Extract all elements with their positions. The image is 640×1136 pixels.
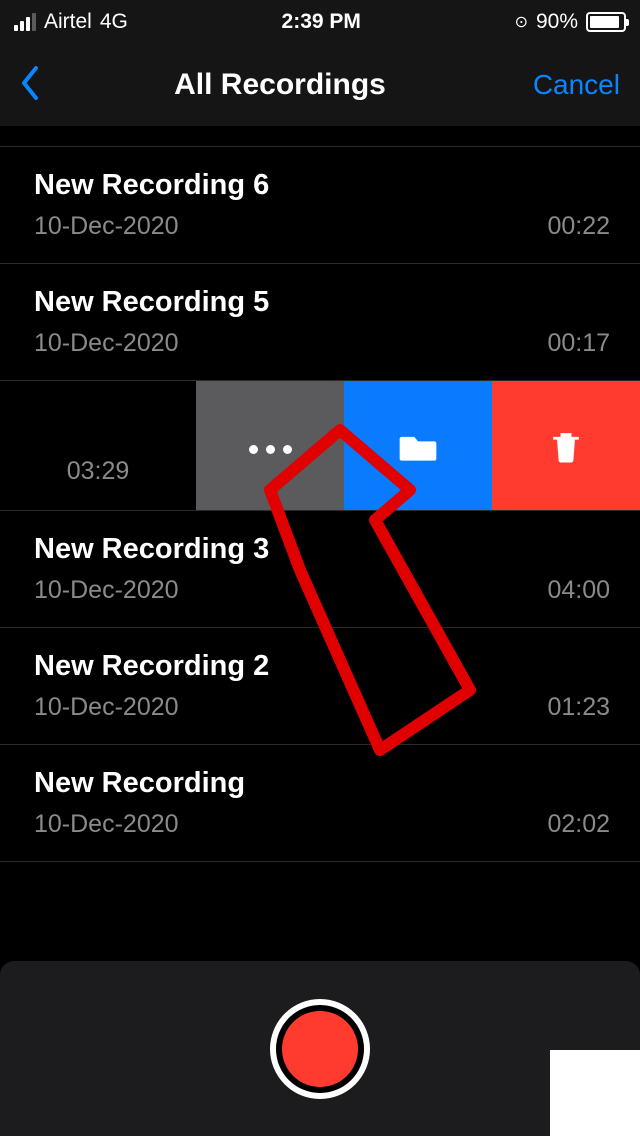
status-right: ⊙ 90% bbox=[515, 10, 626, 34]
status-bar: Airtel 4G 2:39 PM ⊙ 90% bbox=[0, 0, 640, 44]
nav-bar: All Recordings Cancel bbox=[0, 44, 640, 126]
recording-title: New Recording 2 bbox=[34, 650, 610, 683]
carrier-label: Airtel bbox=[44, 10, 92, 34]
recording-title: New Recording 3 bbox=[34, 533, 610, 566]
recording-row[interactable]: New Recording 10-Dec-2020 02:02 bbox=[0, 745, 640, 862]
recording-duration: 00:17 bbox=[547, 329, 610, 358]
swipe-delete-button[interactable] bbox=[492, 381, 640, 510]
recording-date: 10-Dec-2020 bbox=[34, 329, 179, 358]
trash-icon bbox=[544, 424, 588, 468]
status-time: 2:39 PM bbox=[282, 10, 361, 34]
recording-row[interactable]: New Recording 3 10-Dec-2020 04:00 bbox=[0, 511, 640, 628]
back-button[interactable] bbox=[20, 66, 60, 105]
rotation-lock-icon: ⊙ bbox=[515, 12, 528, 32]
recording-duration: 04:00 bbox=[547, 576, 610, 605]
recording-date: 10-Dec-2020 bbox=[34, 810, 179, 839]
battery-icon bbox=[586, 12, 626, 32]
status-left: Airtel 4G bbox=[14, 10, 128, 34]
battery-percent: 90% bbox=[536, 10, 578, 34]
folder-icon bbox=[396, 424, 440, 468]
swipe-more-button[interactable] bbox=[196, 381, 344, 510]
ellipsis-icon bbox=[249, 445, 292, 454]
swipe-move-button[interactable] bbox=[344, 381, 492, 510]
recording-date: 10-Dec-2020 bbox=[34, 693, 179, 722]
recording-title: New Recording 6 bbox=[34, 169, 610, 202]
recording-date: 10-Dec-2020 bbox=[34, 212, 179, 241]
recording-row[interactable]: New Recording 2 10-Dec-2020 01:23 bbox=[0, 628, 640, 745]
record-icon bbox=[282, 1011, 358, 1087]
network-label: 4G bbox=[100, 10, 128, 34]
cancel-button[interactable]: Cancel bbox=[500, 69, 620, 101]
recording-title: New Recording bbox=[34, 767, 610, 800]
recording-date: 10-Dec-2020 bbox=[34, 576, 179, 605]
recording-duration: 02:02 bbox=[547, 810, 610, 839]
swiped-visible-area: 03:29 bbox=[0, 381, 196, 510]
page-title: All Recordings bbox=[174, 68, 386, 102]
white-overlay-square bbox=[550, 1050, 640, 1136]
recording-row[interactable]: New Recording 6 10-Dec-2020 00:22 bbox=[0, 146, 640, 264]
recording-duration: 01:23 bbox=[547, 693, 610, 722]
recording-title: New Recording 5 bbox=[34, 286, 610, 319]
chevron-left-icon bbox=[20, 66, 40, 100]
recording-duration: 03:29 bbox=[67, 457, 130, 486]
signal-icon bbox=[14, 13, 36, 31]
recording-row[interactable]: New Recording 5 10-Dec-2020 00:17 bbox=[0, 264, 640, 381]
record-bar bbox=[0, 961, 640, 1136]
recording-row-swiped[interactable]: 03:29 bbox=[0, 381, 640, 511]
recording-duration: 00:22 bbox=[547, 212, 610, 241]
recording-list: New Recording 6 10-Dec-2020 00:22 New Re… bbox=[0, 146, 640, 862]
swipe-actions bbox=[196, 381, 640, 510]
record-button[interactable] bbox=[270, 999, 370, 1099]
